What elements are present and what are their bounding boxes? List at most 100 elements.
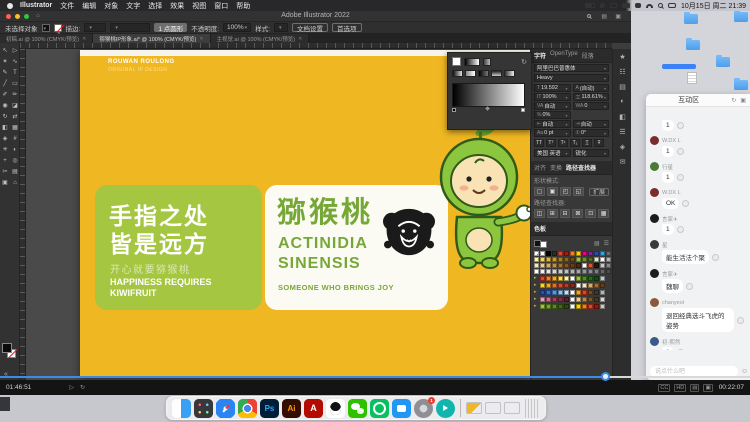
player-control-icon[interactable]: ↻ (80, 384, 85, 391)
stroke-weight-field[interactable] (84, 23, 106, 32)
color-swatch[interactable] (582, 304, 587, 309)
brush-definition-field[interactable] (110, 23, 150, 32)
color-swatch[interactable] (546, 251, 551, 256)
gradient-preset-chip[interactable] (491, 70, 502, 77)
color-swatch[interactable] (570, 276, 575, 281)
color-swatch[interactable] (582, 263, 587, 268)
color-swatch[interactable] (606, 251, 611, 256)
color-swatch[interactable] (588, 257, 593, 262)
color-swatch[interactable] (552, 257, 557, 262)
color-swatch[interactable] (588, 251, 593, 256)
color-swatch[interactable] (588, 276, 593, 281)
reaction-icon[interactable] (677, 226, 684, 233)
shape-builder-tool[interactable]: ◈ (0, 133, 10, 144)
status-icon[interactable] (635, 3, 641, 8)
wechat[interactable] (348, 399, 367, 418)
line-tool[interactable]: ╱ (0, 78, 10, 89)
workspace-switcher-icon[interactable]: ▣ (615, 13, 621, 20)
status-icon[interactable] (585, 3, 595, 8)
color-swatch[interactable] (600, 304, 605, 309)
color-swatch[interactable] (576, 297, 581, 302)
color-swatch[interactable] (600, 283, 605, 288)
folder-icon[interactable] (734, 80, 748, 90)
color-swatch[interactable] (546, 269, 551, 274)
tab-align[interactable]: 对齐 (534, 163, 546, 172)
type-style-toggle[interactable]: T₁ (570, 139, 580, 147)
shape-mode-button[interactable]: ▣ (547, 187, 558, 196)
menu-item[interactable]: 帮助 (236, 1, 250, 11)
anti-alias-field[interactable]: 锐化 (573, 149, 610, 157)
minimized-window-thumbnail[interactable] (466, 402, 482, 414)
color-swatch[interactable] (564, 251, 569, 256)
color-swatch[interactable] (576, 304, 581, 309)
color-swatch[interactable] (534, 251, 539, 256)
color-swatch[interactable] (546, 304, 551, 309)
tab-swatches[interactable]: 色板 (534, 224, 546, 233)
artboard-tool[interactable]: ▣ (0, 177, 10, 188)
color-group-folder-icon[interactable]: ▸ (534, 282, 539, 288)
color-swatch[interactable] (600, 269, 605, 274)
color-swatch[interactable] (540, 257, 545, 262)
free-transform-tool[interactable]: ▦ (10, 122, 20, 133)
avatar[interactable] (650, 136, 659, 145)
color-swatch[interactable] (594, 297, 599, 302)
grid-view-icon[interactable]: ☰ (604, 240, 609, 247)
photoshop[interactable]: Ps (260, 399, 279, 418)
color-swatch[interactable] (558, 251, 563, 256)
folder-icon[interactable] (686, 40, 700, 50)
active-app-name[interactable]: Illustrator (20, 2, 52, 9)
color-swatch[interactable] (552, 283, 557, 288)
color-swatch[interactable] (558, 290, 563, 295)
color-swatch[interactable] (606, 257, 611, 262)
pathfinder-button[interactable]: ⊡ (585, 209, 596, 218)
reaction-icon[interactable] (677, 148, 684, 155)
font-style-field[interactable]: Heavy (534, 74, 609, 82)
character-attribute-field[interactable]: % 0% (534, 111, 571, 119)
finder[interactable] (172, 399, 191, 418)
gradient-preset-chip[interactable] (504, 70, 515, 77)
avatar[interactable] (650, 240, 659, 249)
avatar[interactable] (650, 337, 659, 346)
color-group-folder-icon[interactable]: ▸ (534, 296, 539, 302)
color-swatch[interactable] (546, 290, 551, 295)
color-swatch[interactable] (570, 263, 575, 268)
tab-transform[interactable]: 变换 (550, 163, 562, 172)
shape-mode-button[interactable]: ◱ (573, 187, 584, 196)
character-attribute-field[interactable]: ⇤ 自动 (534, 120, 571, 128)
pathfinder-button[interactable]: ⊠ (572, 209, 583, 218)
rotate-tool[interactable]: ↻ (0, 111, 10, 122)
color-swatch[interactable] (558, 304, 563, 309)
scissors-tool[interactable]: ✂ (0, 166, 10, 177)
color-swatch[interactable] (552, 269, 557, 274)
font-family-field[interactable]: 阿里巴巴普惠体 (534, 64, 609, 72)
safari[interactable] (216, 399, 235, 418)
folder-icon[interactable] (734, 12, 748, 22)
direct-selection-tool[interactable]: ▷ (10, 45, 20, 56)
document-tab[interactable]: 猕猴桃IP形象.ai* @ 100% (CMYK/预览) (93, 34, 210, 43)
gradient-preset-chip[interactable] (452, 70, 463, 77)
gradient-slider[interactable] (452, 83, 525, 107)
panel-icon[interactable]: ☷ (613, 64, 631, 79)
tab-character[interactable]: 字符 (534, 51, 546, 60)
color-swatch[interactable] (564, 304, 569, 309)
character-attribute-field[interactable]: WA 0 (573, 102, 610, 110)
color-swatch[interactable] (576, 263, 581, 268)
color-swatch[interactable] (594, 269, 599, 274)
color-swatch[interactable] (570, 283, 575, 288)
panel-icon[interactable]: ◧ (613, 109, 631, 124)
color-swatch[interactable] (558, 276, 563, 281)
color-swatch[interactable] (564, 269, 569, 274)
color-swatch[interactable] (582, 257, 587, 262)
color-swatch[interactable] (600, 251, 605, 256)
pencil-tool[interactable]: ✏ (10, 89, 20, 100)
menu-item[interactable]: 文字 (126, 1, 140, 11)
acrobat[interactable]: A (304, 399, 323, 418)
gradient-tool[interactable]: ◐ (10, 144, 20, 155)
selection-tool[interactable]: ↖ (0, 45, 10, 56)
color-swatch[interactable] (570, 251, 575, 256)
magic-wand-tool[interactable]: ✶ (0, 56, 10, 67)
color-swatch[interactable] (540, 263, 545, 268)
color-swatch[interactable] (570, 269, 575, 274)
reaction-icon[interactable] (682, 200, 689, 207)
opacity-field[interactable]: 100% (223, 23, 251, 32)
